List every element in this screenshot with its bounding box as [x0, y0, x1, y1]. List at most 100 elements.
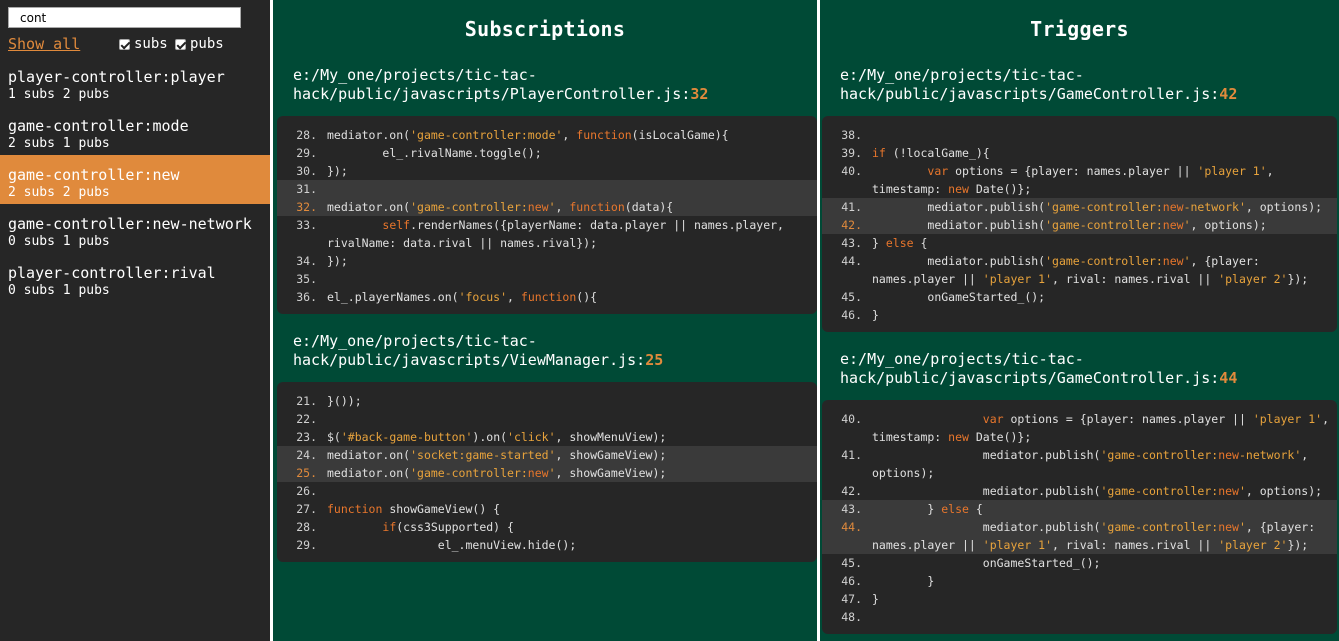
code-line: 32. mediator.on('game-controller:new', fu…: [277, 198, 817, 216]
line-number: 24.: [296, 448, 317, 462]
string-literal: 'click': [507, 430, 556, 444]
file-path-heading: e:/My_one/projects/tic-tac-hack/public/j…: [293, 332, 807, 370]
keyword: function: [576, 128, 632, 142]
line-number: 33.: [296, 218, 317, 232]
event-list-item[interactable]: game-controller:mode 2 subs 1 pubs: [0, 106, 270, 155]
string-literal: 'game-controller:new': [410, 200, 556, 214]
code-line: 23. $('#back-game-button').on('click', sh…: [277, 428, 817, 446]
event-name: player-controller:rival: [8, 264, 216, 282]
event-list-item[interactable]: player-controller:rival 0 subs 1 pubs: [0, 253, 270, 302]
keyword: new: [527, 466, 549, 480]
line-source: function showGameView() {: [327, 502, 501, 516]
string-literal: 'player 1': [1197, 164, 1267, 178]
line-number: 38.: [841, 128, 862, 142]
line-number: 40.: [841, 412, 862, 426]
code-line: 36. el_.playerNames.on('focus', function(…: [277, 288, 817, 306]
line-source: [872, 608, 1329, 626]
code-line: 31.: [277, 180, 817, 198]
keyword: function: [569, 200, 625, 214]
event-list-item[interactable]: player-controller:player 1 subs 2 pubs: [0, 57, 270, 106]
file-path-heading: e:/My_one/projects/tic-tac-hack/public/j…: [293, 66, 807, 104]
file-path: e:/My_one/projects/tic-tac-hack/public/j…: [840, 350, 1220, 387]
keyword: new: [948, 430, 969, 444]
line-source: [327, 270, 809, 288]
pubs-check-icon[interactable]: [175, 38, 186, 50]
subscriptions-title: Subscriptions: [464, 17, 626, 41]
file-line-number: 42: [1219, 85, 1238, 103]
line-number: 42.: [841, 484, 862, 498]
line-source: el_.rivalName.toggle();: [327, 146, 542, 160]
code-snippet: 21.}()); 22. 23. $('#back-game-button').on(…: [277, 382, 817, 562]
keyword: var: [982, 412, 1004, 426]
line-number: 28.: [296, 128, 317, 142]
pubs-checkbox-label: pubs: [190, 36, 224, 52]
code-line: 41. mediator.publish('game-controller:ne…: [822, 198, 1337, 216]
line-source: [327, 410, 809, 428]
subs-checkbox-label: subs: [134, 36, 168, 52]
keyword: if: [872, 146, 886, 160]
event-list-item[interactable]: game-controller:new-network 0 subs 1 pubs: [0, 204, 270, 253]
string-literal: 'player 2': [1218, 272, 1288, 286]
code-line: 35.: [277, 270, 817, 288]
file-line-number: 25: [645, 351, 664, 369]
line-number: 31.: [296, 182, 317, 196]
event-counts: 1 subs 2 pubs: [8, 87, 110, 102]
line-source: mediator.publish('game-controller:new', …: [872, 254, 1309, 286]
event-counts: 0 subs 1 pubs: [8, 283, 110, 298]
code-line: 29. el_.rivalName.toggle();: [277, 144, 817, 162]
keyword: else: [941, 502, 969, 516]
string-literal: 'game-controller:new-network': [1100, 448, 1302, 462]
code-line: 39. if (!localGame_){: [822, 144, 1337, 162]
show-all-link[interactable]: Show all: [8, 35, 80, 53]
code-line: 46.}: [822, 306, 1337, 324]
line-source: var options = {player: names.player || '…: [872, 164, 1281, 196]
pubs-checkbox[interactable]: pubs: [175, 36, 224, 52]
event-name: player-controller:player: [8, 68, 225, 86]
line-source: }: [872, 308, 879, 322]
code-line: 45. onGameStarted_();: [822, 554, 1337, 572]
line-number: 25.: [296, 466, 317, 480]
code-line: 42. mediator.publish('game-controller:ne…: [822, 216, 1337, 234]
string-literal: '#back-game-button': [340, 430, 473, 444]
line-number: 44.: [841, 254, 862, 268]
line-number: 36.: [296, 290, 317, 304]
line-number: 28.: [296, 520, 317, 534]
code-line: 26.: [277, 482, 817, 500]
keyword: else: [885, 236, 914, 250]
event-list-item[interactable]: game-controller:new 2 subs 2 pubs: [0, 155, 270, 204]
code-line: 24. mediator.on('socket:game-started', sh…: [277, 446, 817, 464]
event-counts: 0 subs 1 pubs: [8, 234, 110, 249]
line-number: 41.: [841, 200, 862, 214]
line-number: 27.: [296, 502, 317, 516]
file-line-number: 44: [1219, 369, 1238, 387]
search-input[interactable]: [8, 7, 241, 28]
code-line: 40. var options = {player: names.player …: [822, 410, 1337, 446]
event-name: game-controller:new: [8, 166, 180, 184]
keyword: new: [1162, 200, 1184, 214]
filter-bar: Show all subs pubs: [8, 34, 270, 56]
line-number: 30.: [296, 164, 317, 178]
line-number: 48.: [841, 610, 862, 624]
string-literal: 'player 1': [982, 272, 1053, 286]
code-line: 28. mediator.on('game-controller:mode', f…: [277, 126, 817, 144]
code-line: 47.}: [822, 590, 1337, 608]
string-literal: 'game-controller:new': [1100, 484, 1246, 498]
file-path-heading: e:/My_one/projects/tic-tac-hack/public/j…: [840, 66, 1329, 104]
code-line: 30.});: [277, 162, 817, 180]
string-literal: 'player 1': [982, 538, 1053, 552]
line-source: mediator.publish('game-controller:new', …: [872, 484, 1323, 498]
code-line: 33. self.renderNames({playerName: data.p…: [277, 216, 817, 252]
line-source: self.renderNames({playerName: data.playe…: [327, 218, 791, 250]
code-line: 25. mediator.on('game-controller:new', sh…: [277, 464, 817, 482]
line-number: 46.: [841, 574, 862, 588]
sidebar: Show all subs pubs player-controller:pla…: [0, 0, 270, 641]
line-number: 39.: [841, 146, 862, 160]
triggers-title: Triggers: [1030, 17, 1129, 41]
code-snippet: 28. mediator.on('game-controller:mode', f…: [277, 116, 817, 314]
subs-check-icon[interactable]: [119, 38, 130, 50]
line-number: 45.: [841, 290, 862, 304]
event-name: game-controller:new-network: [8, 215, 252, 233]
code-line: 29. el_.menuView.hide();: [277, 536, 817, 554]
subs-checkbox[interactable]: subs: [119, 36, 168, 52]
keyword: self: [382, 218, 411, 232]
